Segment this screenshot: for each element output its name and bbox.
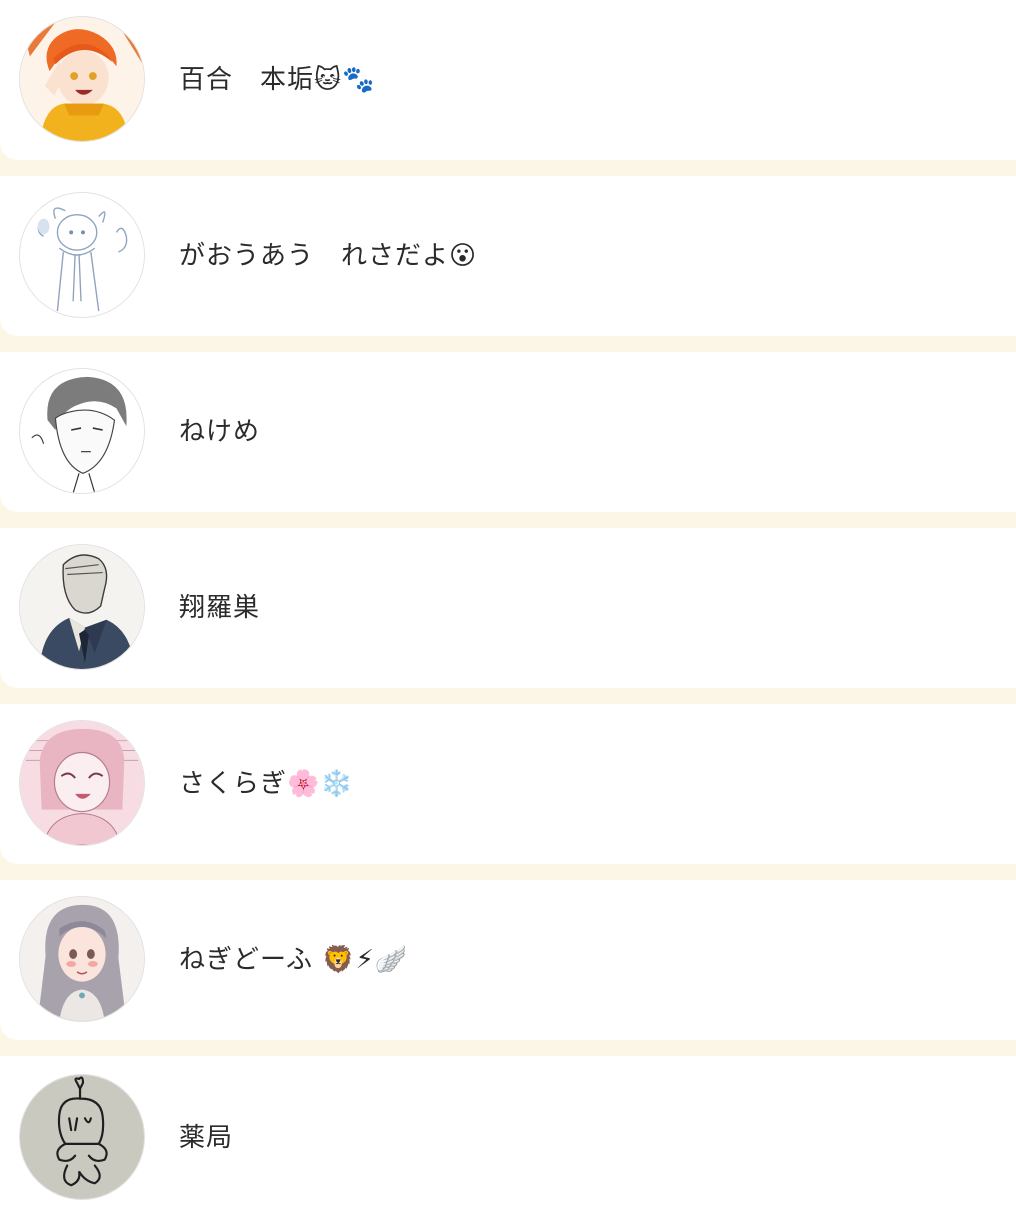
user-row[interactable]: がおうあう れさだよ😮 xyxy=(0,176,1016,336)
user-row[interactable]: さくらぎ🌸❄️ xyxy=(0,704,1016,864)
long-hair-girl-avatar-icon[interactable] xyxy=(19,896,145,1022)
gray-hair-boy-avatar-icon[interactable] xyxy=(19,368,145,494)
user-row[interactable]: ねぎどーふ 🦁⚡🪽 xyxy=(0,880,1016,1040)
pink-manga-girl-avatar-icon[interactable] xyxy=(19,720,145,846)
suited-man-sketch-avatar-icon[interactable] xyxy=(19,544,145,670)
user-name: 百合 本垢🐱🐾 xyxy=(179,65,376,95)
user-name: 薬局 xyxy=(179,1123,234,1153)
doodle-creature-avatar-icon[interactable] xyxy=(19,1074,145,1200)
user-name: ねけめ xyxy=(179,417,261,447)
user-row[interactable]: 百合 本垢🐱🐾 xyxy=(0,0,1016,160)
user-row[interactable]: ねけめ xyxy=(0,352,1016,512)
user-name: がおうあう れさだよ😮 xyxy=(179,241,478,271)
sketch-girl-avatar-icon[interactable] xyxy=(19,192,145,318)
user-name: さくらぎ🌸❄️ xyxy=(179,769,354,799)
user-name: 翔羅巣 xyxy=(179,593,261,623)
user-name: ねぎどーふ 🦁⚡🪽 xyxy=(179,945,409,975)
orange-hair-character-avatar-icon[interactable] xyxy=(19,16,145,142)
user-row[interactable]: 薬局 xyxy=(0,1056,1016,1210)
user-list: 百合 本垢🐱🐾 がおうあう れさだよ😮 ねけめ 翔羅巣 さくらぎ🌸❄️ ねぎどー… xyxy=(0,0,1016,1210)
user-row[interactable]: 翔羅巣 xyxy=(0,528,1016,688)
